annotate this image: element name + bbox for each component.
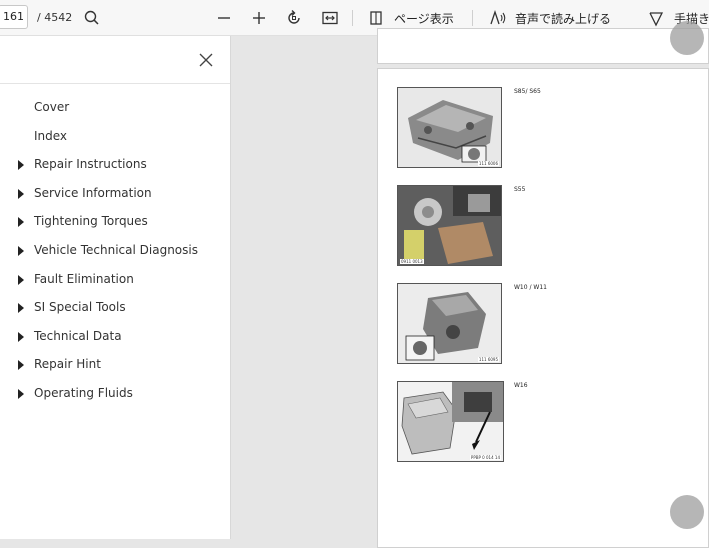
page-total: / 4542 [37, 11, 73, 24]
outline-panel: Cover Index Repair Instructions Service Inf… [0, 36, 231, 539]
outline-item-label: Repair Hint [34, 357, 101, 372]
expand-arrow-icon[interactable] [18, 246, 24, 256]
page-number-input[interactable]: 161 [0, 5, 28, 29]
expand-arrow-icon[interactable] [18, 303, 24, 314]
close-icon[interactable] [197, 51, 215, 69]
outline-item-label: Fault Elimination [34, 271, 134, 286]
outline-item[interactable]: SI Special Tools [0, 298, 230, 318]
figure-code: PPBP 0 014 14 [469, 455, 501, 460]
outline-item[interactable]: Technical Data [0, 327, 230, 347]
expand-arrow-icon[interactable] [18, 217, 24, 228]
expand-arrow-icon[interactable] [18, 160, 24, 171]
outline-item-label: Vehicle Technical Diagnosis [34, 243, 198, 257]
figure-label: S55 [514, 186, 526, 193]
figure-label: W10 / W11 [514, 284, 547, 291]
expand-arrow-icon[interactable] [18, 188, 24, 199]
outline-item[interactable]: Index [0, 127, 230, 147]
outline-item[interactable]: Service Information [0, 184, 230, 204]
fit-width-icon[interactable] [320, 8, 340, 28]
outline-item-label: Index [34, 128, 68, 143]
outline-item[interactable]: Repair Instructions [0, 155, 230, 175]
figure-label: S85/ S65 [514, 88, 541, 95]
scroll-down-button[interactable] [670, 495, 704, 529]
outline-item[interactable]: Tightening Torques [0, 212, 230, 232]
page-view-icon[interactable] [367, 8, 387, 28]
outline-item-label: Technical Data [34, 328, 122, 343]
outline-item-label: Tightening Torques [34, 214, 148, 229]
zoom-out-icon[interactable] [214, 8, 234, 28]
engine-figure-w16: PPBP 0 014 14 [397, 381, 504, 462]
previous-page [377, 21, 709, 64]
scroll-up-button[interactable] [670, 21, 704, 55]
rotate-icon[interactable] [284, 8, 304, 28]
outline-item[interactable]: Operating Fluids [0, 384, 230, 404]
expand-arrow-icon[interactable] [18, 331, 24, 342]
outline-header [0, 36, 230, 84]
engine-figure-s85: 111 6006 [397, 87, 502, 168]
read-aloud-button[interactable]: 音声で読み上げる [515, 10, 611, 27]
figure-code: 111 6006 [477, 161, 499, 166]
outline-item[interactable]: Vehicle Technical Diagnosis [0, 241, 230, 261]
toolbar-divider [472, 10, 473, 26]
draw-icon[interactable] [646, 8, 666, 28]
expand-arrow-icon[interactable] [18, 389, 24, 399]
engine-figure-s55: 0911 0013 [397, 185, 502, 266]
outline-item-label: Service Information [34, 185, 152, 200]
expand-arrow-icon[interactable] [18, 274, 24, 285]
expand-arrow-icon[interactable] [18, 360, 24, 371]
outline-item[interactable]: Repair Hint [0, 355, 230, 375]
outline-item-label: Repair Instructions [34, 157, 147, 172]
engine-figure-w10: 111 6095 [397, 283, 502, 364]
figure-code: 111 6095 [477, 357, 499, 362]
zoom-in-icon[interactable] [249, 8, 269, 28]
figure-label: W16 [514, 382, 528, 389]
current-page: 111 6006 S85/ S65 0911 0013 S55 111 6095… [377, 68, 709, 548]
figure-code: 0911 0013 [400, 259, 424, 264]
read-aloud-icon[interactable] [488, 8, 508, 28]
toolbar-divider [352, 10, 353, 26]
outline-item-label: Operating Fluids [34, 386, 133, 400]
page-view-button[interactable]: ページ表示 [394, 10, 454, 27]
outline-item-label: Cover [34, 100, 70, 114]
search-icon[interactable] [82, 8, 102, 28]
outline-item[interactable]: Cover [0, 98, 230, 118]
outline-item-label: SI Special Tools [34, 300, 126, 315]
outline-item[interactable]: Fault Elimination [0, 270, 230, 290]
